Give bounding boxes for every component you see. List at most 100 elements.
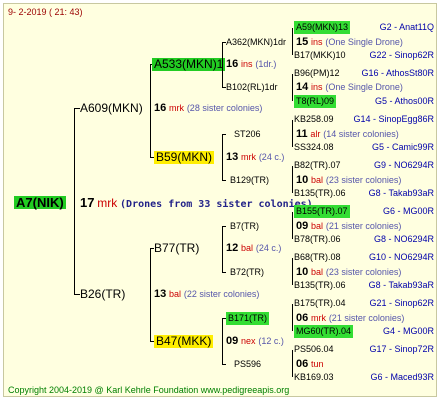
gen3-1-sisters: (One Single Drone)	[325, 37, 403, 47]
gen2-4-mating: 09 nex (12 c.)	[226, 335, 284, 348]
gen1-b-num: 13	[154, 288, 167, 300]
gen3-5-num: 09	[296, 220, 309, 232]
gen3-6-label: bal	[311, 267, 324, 277]
gen3-7-sisters: (21 sister colonies)	[328, 313, 405, 323]
gen3-1-label: ins	[311, 37, 323, 47]
gen2-queen-4[interactable]: B47(MKK)	[154, 335, 214, 348]
gen4-source-7: G9 - NO6294R	[373, 160, 434, 170]
gen4-source-2: G22 - Sinop62R	[369, 50, 434, 60]
gen3-4-label: bal	[311, 175, 324, 185]
gen4-queen-8[interactable]: B135(TR).06	[294, 187, 346, 200]
gen2-1-sisters: (1dr.)	[255, 59, 277, 69]
connector	[222, 318, 223, 365]
gen2-2-sisters: (24 c.)	[258, 152, 285, 162]
connector	[150, 248, 151, 342]
gen3-queen-6[interactable]: B72(TR)	[230, 266, 264, 279]
pedigree-page: 9- 2-2019 ( 21: 43) A7(NIK) 17 mrk (Dron…	[3, 3, 437, 397]
root-mating: 17 mrk (Drones from 33 sister colonies)	[80, 196, 313, 211]
gen2-1-label: ins	[241, 59, 253, 69]
gen4-queen-13[interactable]: B175(TR).04	[294, 297, 346, 310]
root-num: 17	[80, 195, 95, 210]
gen4-source-1: G2 - Anat11Q	[379, 22, 434, 32]
connector	[74, 108, 75, 295]
connector	[292, 166, 293, 193]
connector	[150, 64, 151, 158]
gen4-source-9: G6 - MG00R	[382, 206, 434, 216]
gen3-queen-2[interactable]: B102(RL)1dr	[226, 81, 278, 94]
gen4-source-14: G4 - MG00R	[382, 326, 434, 336]
gen3-queen-3[interactable]: ST206	[234, 128, 261, 141]
gen2-1-mating: 16 ins (1dr.)	[226, 58, 276, 71]
connector	[222, 272, 226, 273]
gen4-queen-3[interactable]: B96(PM)12	[294, 67, 340, 80]
gen3-3-mating: 11 alr (14 sister colonies)	[296, 128, 399, 141]
gen2-4-sisters: (12 c.)	[258, 336, 284, 346]
gen4-queen-14[interactable]: MG60(TR).04	[294, 325, 354, 338]
gen3-queen-1[interactable]: A362(MKN)1dr	[226, 36, 286, 49]
gen3-7-label: mrk	[311, 313, 327, 323]
gen3-5-sisters: (21 sister colonies)	[325, 221, 402, 231]
gen2-2-label: mrk	[241, 152, 257, 162]
date-header: 9- 2-2019 ( 21: 43)	[8, 7, 83, 17]
gen4-source-10: G8 - NO6294R	[373, 234, 434, 244]
gen2-3-num: 12	[226, 242, 239, 254]
root-queen[interactable]: A7(NIK)	[14, 196, 66, 209]
gen4-source-12: G8 - Takab93aR	[368, 280, 434, 290]
gen3-5-mating: 09 bal (21 sister colonies)	[296, 220, 401, 233]
connector	[292, 120, 293, 147]
gen3-7-num: 06	[296, 312, 309, 324]
connector	[222, 226, 226, 227]
gen2-1-num: 16	[226, 58, 239, 70]
gen4-source-8: G8 - Takab93aR	[368, 188, 434, 198]
gen4-source-16: G6 - Maced93R	[370, 372, 434, 382]
gen4-source-11: G10 - NO6294R	[368, 252, 434, 262]
gen4-queen-16[interactable]: KB169.03	[294, 371, 334, 384]
gen4-queen-1[interactable]: A59(MKN)13	[294, 21, 351, 34]
connector	[222, 180, 226, 181]
gen2-4-num: 09	[226, 335, 239, 347]
gen2-queen-3[interactable]: B77(TR)	[154, 242, 199, 255]
gen1-queen-a[interactable]: A609(MKN)	[80, 102, 143, 115]
gen2-queen-1[interactable]: A533(MKN)1	[152, 58, 226, 71]
gen4-queen-5[interactable]: KB258.09	[294, 113, 334, 126]
gen4-queen-2[interactable]: B17(MKK)10	[294, 49, 346, 62]
gen4-queen-4[interactable]: T8(RL)09	[294, 95, 337, 108]
gen1-queen-b[interactable]: B26(TR)	[80, 288, 125, 301]
gen4-source-5: G14 - SinopEgg86R	[353, 114, 434, 124]
gen1-a-mating: 16 mrk (28 sister colonies)	[154, 102, 262, 115]
gen4-source-15: G17 - Sinop72R	[369, 344, 434, 354]
connector	[292, 212, 293, 239]
gen3-1-mating: 15 ins (One Single Drone)	[296, 36, 403, 49]
gen1-b-sisters: (22 sister colonies)	[183, 289, 260, 299]
gen4-queen-7[interactable]: B82(TR).07	[294, 159, 341, 172]
gen3-2-mating: 14 ins (One Single Drone)	[296, 81, 403, 94]
gen3-queen-5[interactable]: B7(TR)	[230, 220, 259, 233]
gen3-1-num: 15	[296, 36, 309, 48]
gen3-4-sisters: (23 sister colonies)	[325, 175, 402, 185]
gen2-queen-2[interactable]: B59(MKN)	[154, 151, 215, 164]
gen4-queen-11[interactable]: B68(TR).08	[294, 251, 341, 264]
gen3-3-sisters: (14 sister colonies)	[323, 129, 399, 139]
gen3-queen-4[interactable]: B129(TR)	[230, 174, 269, 187]
gen3-8-label: tun	[311, 359, 324, 369]
gen2-2-num: 13	[226, 151, 239, 163]
gen3-2-num: 14	[296, 81, 309, 93]
gen3-queen-8[interactable]: PS596	[234, 358, 261, 371]
connector	[222, 364, 226, 365]
connector	[292, 28, 293, 55]
connector	[222, 134, 223, 181]
gen4-queen-12[interactable]: B135(TR).06	[294, 279, 346, 292]
root-label: mrk	[97, 196, 118, 210]
gen2-4-label: nex	[241, 336, 256, 346]
gen2-3-sisters: (24 c.)	[255, 243, 282, 253]
gen4-queen-15[interactable]: PS506.04	[294, 343, 334, 356]
gen4-queen-6[interactable]: SS324.08	[294, 141, 334, 154]
gen3-2-label: ins	[311, 82, 323, 92]
gen4-queen-10[interactable]: B78(TR).06	[294, 233, 341, 246]
connector	[292, 304, 293, 331]
connector	[292, 350, 293, 377]
gen2-2-mating: 13 mrk (24 c.)	[226, 151, 284, 164]
connector	[222, 226, 223, 273]
gen4-queen-9[interactable]: B155(TR).07	[294, 205, 350, 218]
gen3-queen-7[interactable]: B171(TR)	[226, 312, 270, 325]
